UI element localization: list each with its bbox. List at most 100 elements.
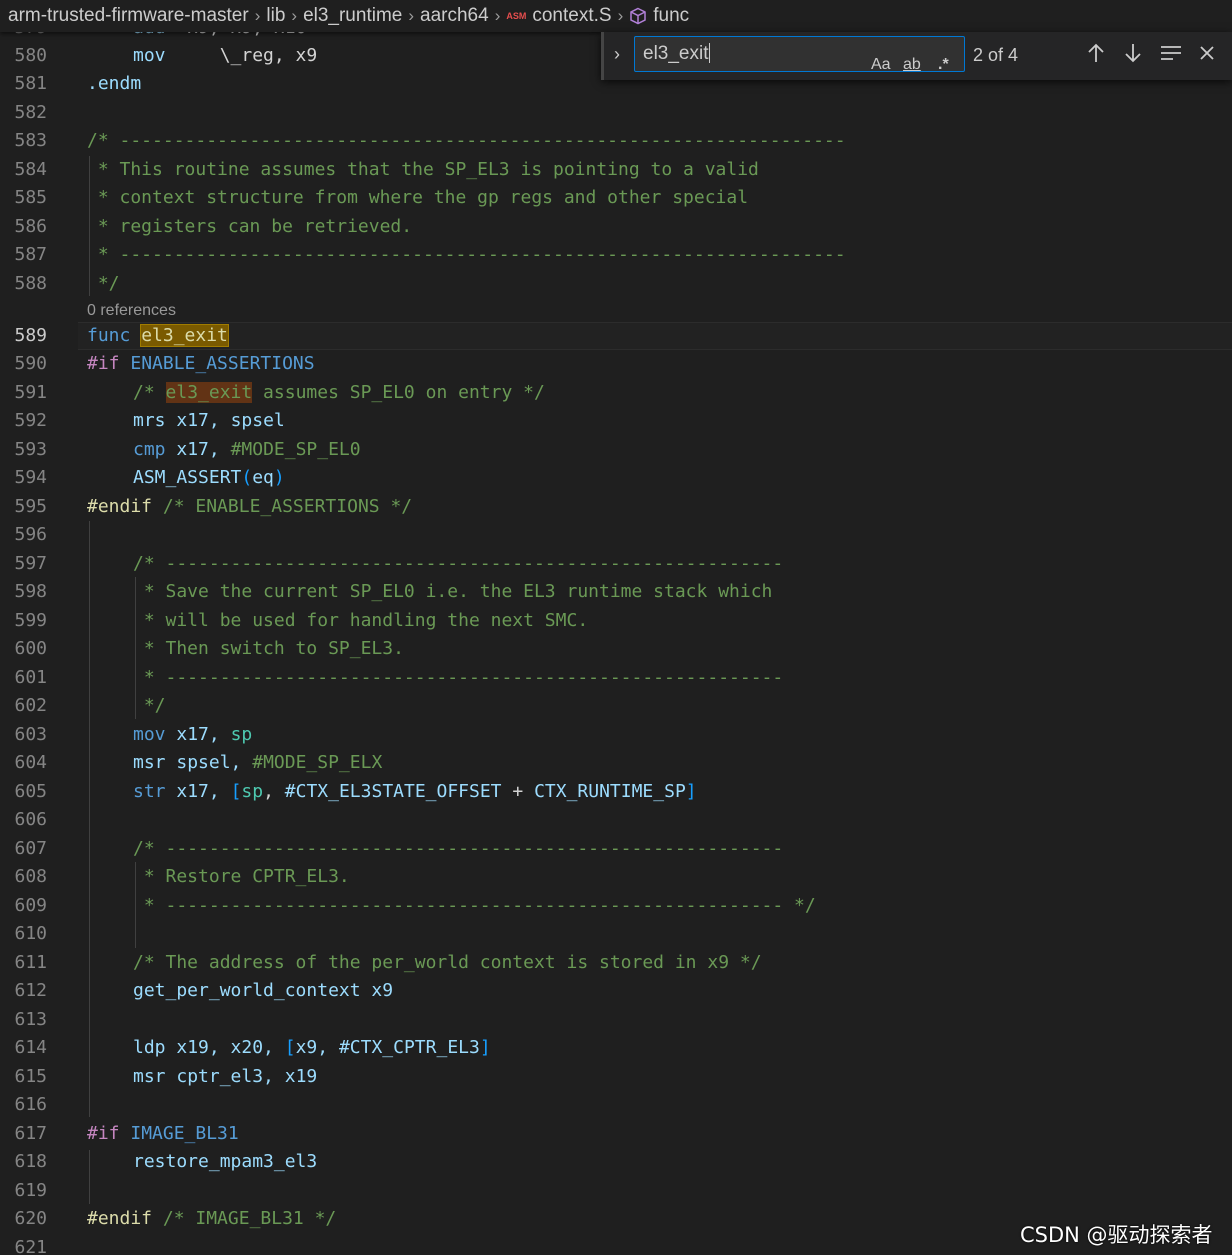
chevron-right-icon: › <box>291 6 298 25</box>
text-caret <box>708 43 710 63</box>
code-line: 608 * Restore CPTR_EL3. <box>0 863 1232 891</box>
code-line: 587 * ----------------------------------… <box>0 241 1232 269</box>
breadcrumb-item-root[interactable]: arm-trusted-firmware-master <box>8 5 249 27</box>
line-number: 591 <box>14 382 47 403</box>
line-number: 611 <box>14 952 47 973</box>
code-line: 617 #if IMAGE_BL31 <box>0 1120 1232 1148</box>
code-line: 595 #endif /* ENABLE_ASSERTIONS */ <box>0 493 1232 521</box>
comment: * --------------------------------------… <box>87 244 846 265</box>
comment: * context structure from where the gp re… <box>87 187 749 208</box>
line-number: 583 <box>14 130 47 151</box>
code-line: 616 <box>0 1091 1232 1119</box>
close-find-button[interactable] <box>1197 42 1217 70</box>
arrow-down-icon <box>1125 44 1141 63</box>
line-number: 587 <box>14 244 47 265</box>
code-line: 596 <box>0 521 1232 549</box>
code-line: 599 * will be used for handling the next… <box>0 607 1232 635</box>
find-input[interactable]: el3_exit Aa ab .* <box>634 36 965 73</box>
code-line: 607/* ----------------------------------… <box>0 835 1232 863</box>
codelens-references[interactable]: 0 references <box>87 299 176 323</box>
use-regex-button[interactable]: .* <box>938 48 949 82</box>
line-number: 588 <box>14 273 47 294</box>
code-line: 619 <box>0 1177 1232 1205</box>
line-number: 580 <box>14 45 47 66</box>
line-number: 584 <box>14 159 47 180</box>
line-number: 600 <box>14 638 47 659</box>
line-number: 608 <box>14 866 47 887</box>
match-case-button[interactable]: Aa <box>871 48 891 82</box>
line-number: 595 <box>14 496 47 517</box>
code-line: 600 * Then switch to SP_EL3. <box>0 635 1232 663</box>
code-line: 591/* el3_exit assumes SP_EL0 on entry *… <box>0 379 1232 407</box>
breadcrumb-item-aarch64[interactable]: aarch64 <box>420 5 489 27</box>
line-number: 599 <box>14 610 47 631</box>
code-line: 590 #if ENABLE_ASSERTIONS <box>0 350 1232 378</box>
breadcrumb-item-symbol[interactable]: func <box>653 5 689 27</box>
comment: /* -------------------------------------… <box>87 130 846 151</box>
line-number: 581 <box>14 73 47 94</box>
asm-file-icon: ASM <box>506 11 527 21</box>
line-number: 603 <box>14 724 47 745</box>
match-whole-word-button[interactable]: ab <box>903 48 921 82</box>
code-line: 603 mov x17, sp <box>0 721 1232 749</box>
previous-match-button[interactable] <box>1086 42 1106 70</box>
chevron-right-icon: › <box>254 6 261 25</box>
symbol-cube-icon <box>630 7 646 25</box>
line-number: 617 <box>14 1123 47 1144</box>
line-number: 607 <box>14 838 47 859</box>
code-line: 602 */ <box>0 692 1232 720</box>
breadcrumb-item-file[interactable]: context.S <box>532 5 611 27</box>
line-number: 614 <box>14 1037 47 1058</box>
breadcrumb: arm-trusted-firmware-master › lib › el3_… <box>0 0 1232 32</box>
code-line: 605 str x17, [sp, #CTX_EL3STATE_OFFSET + … <box>0 778 1232 806</box>
line-number: 621 <box>14 1237 47 1255</box>
chevron-right-icon: › <box>494 6 501 25</box>
next-match-button[interactable] <box>1123 42 1143 70</box>
code-editor[interactable]: 579add x9, x9, x10 580mov \_reg, x9 581.… <box>0 0 1232 1255</box>
line-number: 620 <box>14 1208 47 1229</box>
code-line: 598 * Save the current SP_EL0 i.e. the E… <box>0 578 1232 606</box>
code-line: 583 /* ----------------------------------… <box>0 127 1232 155</box>
comment: * This routine assumes that the SP_EL3 i… <box>87 159 759 180</box>
match-count: 2 of 4 <box>973 45 1019 65</box>
chevron-right-icon: › <box>614 44 620 64</box>
code-line: 597/* ----------------------------------… <box>0 550 1232 578</box>
watermark: CSDN @驱动探索者 <box>1020 1223 1213 1247</box>
code-line: 594 ASM_ASSERT(eq) <box>0 464 1232 492</box>
line-number: 610 <box>14 923 47 944</box>
breadcrumb-item-el3-runtime[interactable]: el3_runtime <box>303 5 402 27</box>
line-number: 582 <box>14 102 47 123</box>
code-line: 592 mrs x17, spsel <box>0 407 1232 435</box>
line-number: 589 <box>14 325 47 346</box>
code-line-active: 589 func el3_exit <box>0 322 1232 350</box>
find-in-selection-icon <box>1161 46 1181 60</box>
code-line: 609 * ----------------------------------… <box>0 892 1232 920</box>
breadcrumb-item-lib[interactable]: lib <box>266 5 285 27</box>
search-match: el3_exit <box>165 382 253 403</box>
code-line: 614 ldp x19, x20, [x9, #CTX_CPTR_EL3] <box>0 1034 1232 1062</box>
line-number: 615 <box>14 1066 47 1087</box>
toggle-replace-button[interactable]: › <box>614 44 620 65</box>
line-number: 585 <box>14 187 47 208</box>
line-number: 606 <box>14 809 47 830</box>
line-number: 609 <box>14 895 47 916</box>
line-number: 616 <box>14 1094 47 1115</box>
line-number: 602 <box>14 695 47 716</box>
line-number: 613 <box>14 1009 47 1030</box>
code-line: 585 * context structure from where the g… <box>0 184 1232 212</box>
close-icon <box>1200 46 1214 60</box>
line-number: 612 <box>14 980 47 1001</box>
code-line: 584 * This routine assumes that the SP_E… <box>0 156 1232 184</box>
current-match: el3_exit <box>140 324 229 347</box>
code-line: 582 <box>0 99 1232 127</box>
line-number: 605 <box>14 781 47 802</box>
find-in-selection-button[interactable] <box>1159 42 1183 70</box>
comment: * registers can be retrieved. <box>87 216 413 237</box>
code-line: 615 msr cptr_el3, x19 <box>0 1063 1232 1091</box>
line-number: 598 <box>14 581 47 602</box>
chevron-right-icon: › <box>617 6 624 25</box>
code-line: 604 msr spsel, #MODE_SP_ELX <box>0 749 1232 777</box>
line-number: 592 <box>14 410 47 431</box>
keyword: func <box>87 325 131 346</box>
code-line: 606 <box>0 806 1232 834</box>
